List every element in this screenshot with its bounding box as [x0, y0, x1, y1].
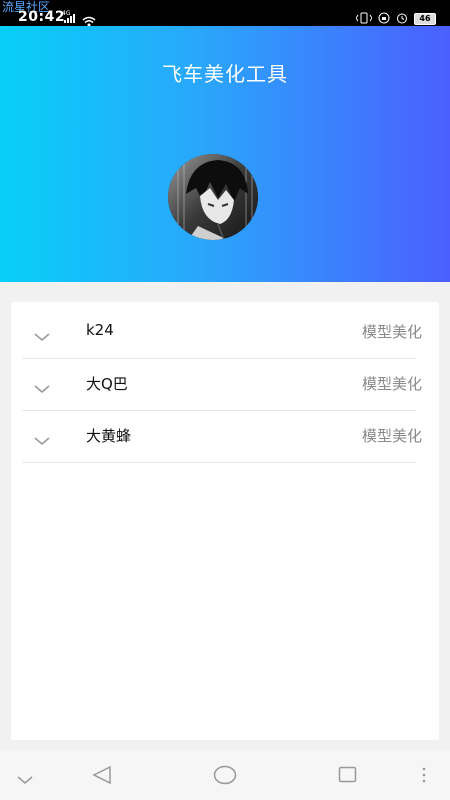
home-icon[interactable]: [213, 765, 237, 789]
battery-indicator: 46: [414, 12, 436, 25]
list-item[interactable]: k24 模型美化: [22, 307, 422, 359]
signal-icon: [64, 14, 76, 23]
more-icon[interactable]: [421, 767, 427, 787]
chevron-down-icon: [34, 379, 50, 398]
list-item-tag: 模型美化: [361, 375, 422, 393]
status-time: 20:42: [18, 9, 66, 25]
model-list-card: k24 模型美化 大Q巴 模型美化 大黄蜂 模型美化: [11, 302, 439, 740]
hide-nav-icon[interactable]: [17, 770, 33, 789]
list-item[interactable]: 大黄蜂 模型美化: [22, 411, 422, 463]
chevron-down-icon: [34, 327, 50, 346]
list-item-name: 大Q巴: [86, 375, 128, 393]
page-title: 飞车美化工具: [162, 62, 288, 86]
list-item-tag: 模型美化: [361, 323, 422, 341]
list-item-tag: 模型美化: [361, 427, 422, 445]
back-icon[interactable]: [92, 765, 112, 789]
chevron-down-icon: [34, 431, 50, 450]
navigation-bar: [0, 750, 450, 800]
list-item-name: 大黄蜂: [86, 427, 132, 445]
avatar[interactable]: [168, 154, 258, 240]
list-item[interactable]: 大Q巴 模型美化: [22, 359, 422, 411]
header-banner: 飞车美化工具: [0, 26, 450, 282]
status-bar: 流星社区 20:42 4G 46: [0, 0, 450, 27]
recents-icon[interactable]: [338, 766, 358, 788]
list-item-name: k24: [86, 321, 114, 339]
